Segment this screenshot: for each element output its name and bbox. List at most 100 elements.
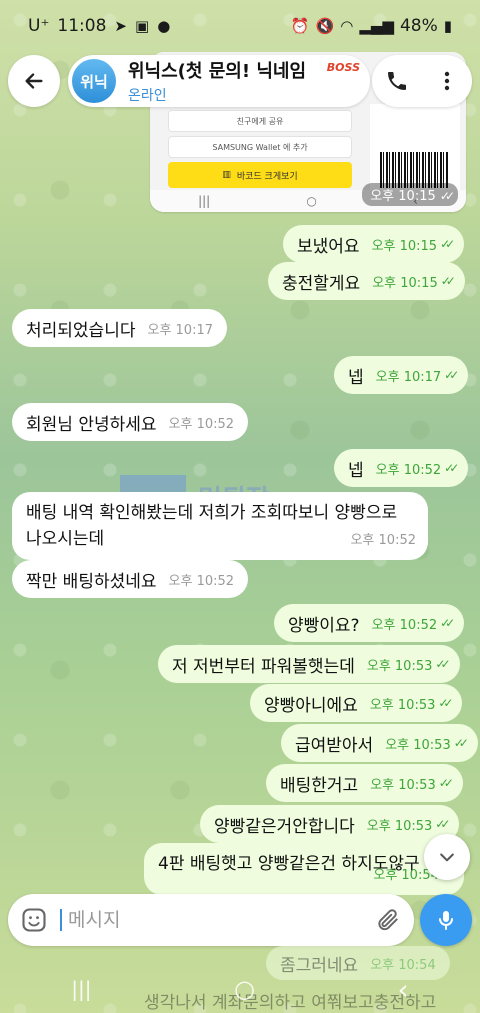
image-message-time: 오후 10:15 ✓✓: [362, 183, 458, 206]
back-button[interactable]: [8, 55, 60, 107]
clock: 11:08: [57, 16, 107, 36]
battery-level: 48%: [399, 16, 438, 36]
battery-icon: ▮: [443, 17, 452, 35]
message-bubble-in[interactable]: 회원님 안녕하세요 오후 10:52: [12, 403, 249, 441]
read-check-icon: ✓✓: [453, 736, 469, 750]
system-nav-bar: ||| ○ ‹: [0, 965, 480, 1013]
message-bubble-in[interactable]: 짝만 배팅하셨네요 오후 10:52: [12, 560, 249, 598]
avatar[interactable]: 위닉: [72, 59, 116, 103]
time-label: 오후 10:53: [366, 658, 433, 674]
barcode-button-image: ▥ 바코드 크게보기: [168, 162, 352, 188]
message-bubble-in[interactable]: 배팅 내역 확인해봤는데 저희가 조회따보니 양빵으로 나오시는데 오후 10:…: [12, 492, 428, 560]
share-label: 친구에게 공유: [236, 116, 284, 126]
boss-logo: BOSS: [326, 61, 360, 74]
message-input[interactable]: [60, 909, 362, 931]
telegram-notification-icon: ➤: [114, 17, 127, 35]
phone-icon: [388, 72, 406, 90]
wallet-row: SAMSUNG Wallet 에 추가: [168, 136, 352, 158]
read-check-icon: ✓✓: [435, 657, 450, 671]
paperclip-icon: [378, 909, 398, 931]
message-text: 배팅 내역 확인해봤는데 저희가 조회따보니 양빵으로 나오시는데: [26, 503, 398, 549]
sticker-button[interactable]: [8, 906, 60, 934]
barcode-button-label: 바코드 크게보기: [236, 171, 298, 182]
message-time: 오후 10:52: [350, 528, 416, 554]
message-text: 양빵아니에요: [264, 695, 358, 716]
more-options-button[interactable]: [427, 61, 467, 101]
time-label: 오후 10:52: [375, 462, 442, 478]
message-text: 양빵이요?: [288, 615, 360, 636]
recent-apps-button[interactable]: |||: [71, 977, 91, 1001]
message-bubble-out[interactable]: 급여받아서 오후 10:53 ✓✓: [281, 724, 478, 762]
message-text: 넵: [348, 367, 364, 388]
message-time: 오후 10:15 ✓✓: [372, 272, 456, 291]
message-bubble-out[interactable]: 충전할게요 오후 10:15 ✓✓: [268, 262, 465, 300]
attach-button[interactable]: [362, 907, 414, 933]
message-time: 오후 10:53 ✓✓: [369, 694, 454, 713]
time-label: 오후 10:53: [369, 697, 436, 713]
message-time: 오후 10:52: [169, 570, 235, 589]
message-text: 짝만 배팅하셨네요: [26, 571, 157, 592]
carrier-label: U⁺: [28, 16, 50, 36]
back-system-button[interactable]: ‹: [398, 973, 409, 1006]
read-check-icon: ✓✓: [439, 189, 455, 203]
message-time: 오후 10:53 ✓✓: [370, 774, 454, 793]
signal-icon: ▂▄▆: [359, 17, 394, 35]
message-text: 처리되었습니다: [26, 320, 136, 341]
image-time-label: 오후 10:15: [370, 189, 436, 204]
read-check-icon: ✓✓: [435, 817, 450, 831]
scroll-to-bottom-button[interactable]: [424, 834, 470, 880]
message-text: 배팅한거고: [280, 775, 359, 796]
online-status: 온라인: [128, 88, 167, 104]
message-text: 넵: [348, 460, 364, 481]
time-label: 오후 10:52: [168, 416, 235, 432]
message-bubble-out[interactable]: 넵 오후 10:52 ✓✓: [334, 449, 469, 487]
chat-header: 위닉 위닉스(첫 문의! 닉네임 온라인 BOSS: [0, 52, 480, 108]
time-label: 오후 10:53: [385, 737, 451, 753]
call-button[interactable]: [377, 61, 417, 101]
time-label: 오후 10:15: [371, 238, 438, 254]
time-label: 오후 10:52: [371, 617, 438, 633]
message-bubble-out[interactable]: 4판 배팅햇고 양빵같은건 하지도않구 오후 10:54✓✓: [144, 843, 464, 895]
wifi-icon: ◠: [340, 17, 354, 35]
message-composer: [8, 894, 414, 946]
back-arrow-icon: [25, 73, 43, 89]
message-text: 급여받아서: [295, 735, 374, 756]
message-bubble-in[interactable]: 처리되었습니다 오후 10:17: [12, 309, 228, 347]
sticker-icon: [22, 908, 46, 932]
message-time: 오후 10:53 ✓✓: [366, 655, 451, 674]
message-bubble-out[interactable]: 배팅한거고 오후 10:53 ✓✓: [266, 764, 463, 802]
mute-icon: 🔇: [315, 17, 335, 35]
read-check-icon: ✓✓: [438, 776, 454, 790]
message-time: 오후 10:53 ✓✓: [385, 734, 469, 753]
message-time: 오후 10:15 ✓✓: [371, 235, 456, 254]
home-button[interactable]: ○: [234, 975, 255, 1003]
message-text: 보냈어요: [297, 236, 360, 257]
recent-apps-icon: |||: [198, 194, 211, 208]
message-text: 회원님 안녕하세요: [26, 414, 157, 435]
time-label: 오후 10:52: [350, 533, 416, 548]
read-check-icon: ✓✓: [440, 616, 455, 630]
time-label: 오후 10:17: [147, 322, 214, 338]
message-time: 오후 10:17 ✓✓: [375, 366, 460, 385]
read-check-icon: ✓✓: [444, 461, 459, 475]
microphone-icon: [439, 911, 453, 930]
message-bubble-out[interactable]: 보냈어요 오후 10:15 ✓✓: [283, 225, 465, 263]
chat-info[interactable]: 위닉 위닉스(첫 문의! 닉네임 온라인 BOSS: [68, 55, 370, 107]
message-time: 오후 10:53 ✓✓: [367, 815, 451, 834]
read-check-icon: ✓✓: [438, 696, 453, 710]
message-bubble-out[interactable]: 양빵아니에요 오후 10:53 ✓✓: [250, 684, 463, 722]
avatar-text: 위닉: [80, 72, 108, 91]
time-label: 오후 10:17: [375, 369, 442, 385]
message-bubble-out[interactable]: 넵 오후 10:17 ✓✓: [334, 356, 469, 394]
status-bar: U⁺ 11:08 ➤ ▣ ● ⏰ 🔇 ◠ ▂▄▆ 48% ▮: [0, 0, 480, 52]
message-time: 오후 10:52 ✓✓: [375, 459, 460, 478]
message-bubble-out[interactable]: 저 저번부터 파워볼햇는데 오후 10:53 ✓✓: [158, 645, 460, 683]
voice-record-button[interactable]: [420, 894, 472, 946]
message-time: 오후 10:17: [147, 319, 213, 338]
message-bubble-out[interactable]: 양빵이요? 오후 10:52 ✓✓: [274, 604, 465, 642]
time-label: 오후 10:15: [372, 275, 438, 291]
header-actions: [372, 55, 472, 107]
time-label: 오후 10:53: [370, 777, 436, 793]
chat-title: 위닉스(첫 문의! 닉네임: [128, 61, 307, 82]
message-bubble-out[interactable]: 양빵같은거안합니다 오후 10:53 ✓✓: [200, 805, 460, 843]
